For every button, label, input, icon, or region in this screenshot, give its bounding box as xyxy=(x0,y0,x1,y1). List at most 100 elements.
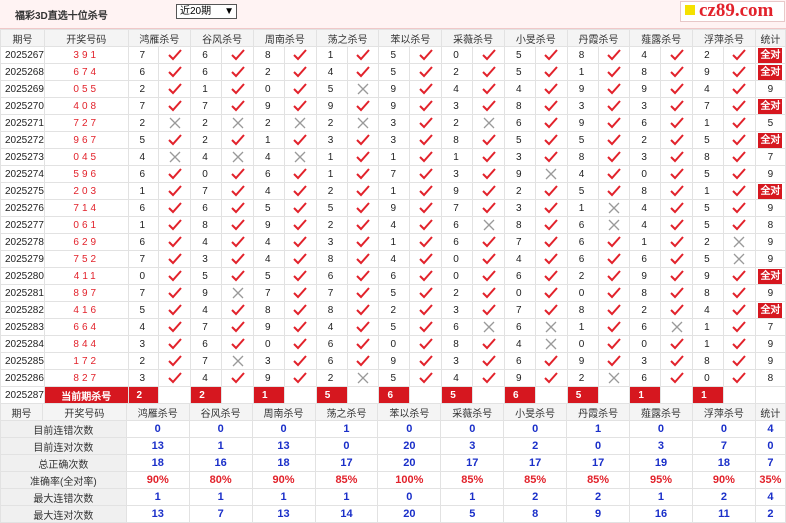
row-stat-cell: 9 xyxy=(754,335,786,353)
result-mark-cell xyxy=(534,352,568,370)
period-cell: 2025271 xyxy=(0,114,45,132)
column-header: 鸿雁杀号 xyxy=(125,403,190,421)
result-mark-cell xyxy=(723,46,756,64)
result-mark-cell xyxy=(723,335,756,353)
kill-number-cell: 9 xyxy=(441,182,474,200)
result-mark-cell xyxy=(597,182,631,200)
result-mark-cell xyxy=(723,182,756,200)
check-icon xyxy=(168,287,182,299)
stats-label: 总正确次数 xyxy=(0,454,127,472)
kill-number-cell: 9 xyxy=(378,80,411,98)
cross-icon xyxy=(483,219,494,231)
result-mark-cell xyxy=(534,216,568,234)
check-icon xyxy=(732,372,747,384)
result-mark-cell xyxy=(221,165,255,183)
kill-number-cell: 1 xyxy=(692,182,725,200)
check-icon xyxy=(419,270,433,282)
check-icon xyxy=(419,134,433,146)
row-stat-cell: 全对 xyxy=(754,301,786,319)
kill-number-cell: 5 xyxy=(692,199,725,217)
row-stat-cell: 9 xyxy=(754,199,786,217)
kill-number-cell: 2 xyxy=(503,182,536,200)
result-mark-cell xyxy=(534,318,568,336)
table-row: 2025274 596 6 0 6 1 7 3 9 4 0 5 9 xyxy=(0,165,786,183)
check-icon xyxy=(481,83,496,95)
check-icon xyxy=(607,321,621,333)
row-stat-cell: 全对 xyxy=(754,63,786,81)
check-icon xyxy=(168,66,182,78)
result-mark-cell xyxy=(409,250,443,268)
kill-number-cell: 2 xyxy=(315,216,348,234)
result-mark-cell xyxy=(409,284,443,302)
result-mark-cell xyxy=(283,267,317,285)
stats-value: 90% xyxy=(251,471,316,489)
check-icon xyxy=(356,304,370,316)
check-icon xyxy=(168,49,182,61)
table-row: 2025272 967 5 2 1 3 3 8 5 5 2 5 全对 xyxy=(0,131,786,149)
page-title: 福彩3D直选十位杀号 xyxy=(15,11,108,22)
stats-total: 35% xyxy=(754,471,786,489)
column-header: 小旻杀号 xyxy=(503,403,568,421)
kill-number-cell: 2 xyxy=(566,369,599,387)
draw-number-cell: 411 xyxy=(43,267,129,285)
check-icon xyxy=(356,151,370,163)
check-icon xyxy=(419,321,433,333)
kill-number-cell: 5 xyxy=(566,131,599,149)
kill-number-cell: 6 xyxy=(190,335,223,353)
kill-number-cell: 8 xyxy=(315,250,348,268)
kill-number-cell: 1 xyxy=(692,335,725,353)
stats-value: 0 xyxy=(377,488,442,506)
kill-number-cell: 4 xyxy=(315,318,348,336)
check-icon xyxy=(544,219,558,231)
stats-value: 0 xyxy=(629,420,693,438)
stats-value: 13 xyxy=(125,437,190,455)
result-mark-cell xyxy=(409,182,443,200)
result-mark-cell xyxy=(597,216,631,234)
check-icon xyxy=(293,83,308,95)
result-mark-cell xyxy=(158,114,192,132)
check-icon xyxy=(230,83,245,95)
row-stat-cell: 全对 xyxy=(754,267,786,285)
check-icon xyxy=(732,134,747,146)
result-mark-cell xyxy=(660,216,694,234)
result-mark-cell xyxy=(723,63,756,81)
stats-total: 4 xyxy=(754,488,786,506)
check-icon xyxy=(607,117,621,129)
cross-icon xyxy=(232,151,244,163)
cross-icon xyxy=(483,117,494,129)
period-select[interactable]: 近20期 ▼ xyxy=(176,4,237,19)
result-mark-cell xyxy=(472,148,505,166)
check-icon xyxy=(732,304,747,316)
check-icon xyxy=(230,304,245,316)
check-icon xyxy=(607,134,621,146)
cross-icon xyxy=(483,321,494,333)
kill-number-cell: 3 xyxy=(127,335,160,353)
result-mark-cell xyxy=(597,97,631,115)
result-mark-cell xyxy=(723,114,756,132)
current-kill-number: 5 xyxy=(441,386,474,404)
column-header: 谷风杀号 xyxy=(190,29,255,47)
column-header: 小旻杀号 xyxy=(503,29,568,47)
check-icon xyxy=(419,202,433,214)
draw-number-cell: 391 xyxy=(43,46,129,64)
kill-number-cell: 1 xyxy=(566,199,599,217)
kill-number-cell: 8 xyxy=(253,46,285,64)
stats-value: 13 xyxy=(251,437,316,455)
result-mark-cell xyxy=(597,80,631,98)
kill-number-cell: 0 xyxy=(629,165,662,183)
kill-number-cell: 9 xyxy=(253,97,285,115)
kill-number-cell: 0 xyxy=(503,284,536,302)
result-mark-cell xyxy=(472,182,505,200)
kill-number-cell: 2 xyxy=(127,80,160,98)
cross-icon xyxy=(169,117,181,129)
kill-number-cell: 2 xyxy=(629,131,662,149)
result-mark-cell xyxy=(723,267,756,285)
check-icon xyxy=(419,151,433,163)
check-icon xyxy=(293,338,308,350)
result-mark-cell xyxy=(346,80,380,98)
stats-total: 7 xyxy=(754,454,786,472)
result-mark-cell xyxy=(472,46,505,64)
site-logo[interactable]: cz89.com xyxy=(680,1,785,22)
stats-value: 90% xyxy=(125,471,190,489)
table-row: 2025285 172 2 7 3 6 9 3 6 9 3 8 9 xyxy=(0,352,786,370)
